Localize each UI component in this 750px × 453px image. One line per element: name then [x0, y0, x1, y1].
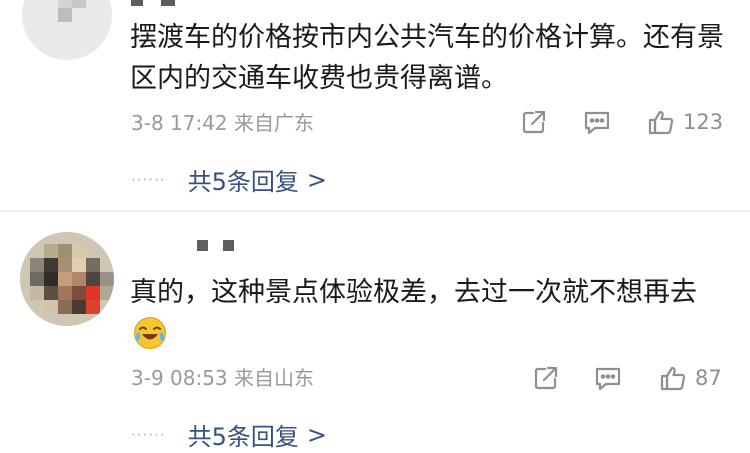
replies-label: 共5条回复 [187, 423, 299, 451]
laughing-crying-emoji-icon [134, 317, 166, 349]
like-icon [660, 366, 686, 391]
comment-button[interactable] [594, 365, 622, 392]
share-button[interactable] [520, 108, 548, 136]
reply-dots: ······ [131, 170, 166, 189]
like-count: 87 [695, 366, 722, 390]
comment-meta: 3-9 08:53 来自山东 [131, 366, 315, 390]
share-icon [534, 366, 558, 390]
like-icon [648, 110, 674, 135]
view-replies-link[interactable]: ······ 共5条回复 > [131, 162, 327, 197]
comment-icon [595, 367, 621, 391]
comment-item: 摆渡车的价格按市内公共汽车的价格计算。还有景区内的交通车收费也贵得离谱。 3-8… [0, 0, 750, 210]
share-icon [522, 110, 546, 134]
comment-text: 真的，这种景点体验极差，去过一次就不想再去 [130, 277, 697, 308]
view-replies-link[interactable]: ······ 共5条回复 > [131, 417, 327, 452]
like-button[interactable]: 87 [659, 364, 722, 392]
reply-dots: ······ [131, 425, 166, 444]
comment-meta: 3-8 17:42 来自广东 [131, 111, 315, 135]
chevron-right-icon: > [306, 165, 327, 194]
comment-icon [584, 111, 610, 135]
avatar-mosaic [58, 0, 112, 22]
comment-text: 摆渡车的价格按市内公共汽车的价格计算。还有景区内的交通车收费也贵得离谱。 [130, 22, 724, 94]
share-button[interactable] [532, 364, 560, 392]
comment-button[interactable] [583, 109, 611, 136]
avatar[interactable] [20, 232, 114, 326]
like-count: 123 [683, 110, 724, 134]
chevron-right-icon: > [306, 420, 327, 449]
avatar[interactable] [22, 0, 112, 60]
like-button[interactable]: 123 [647, 108, 723, 136]
replies-label: 共5条回复 [187, 168, 299, 196]
comment-item: 真的，这种景点体验极差，去过一次就不想再去 3-9 08:53 来自山东 87 … [0, 212, 750, 453]
